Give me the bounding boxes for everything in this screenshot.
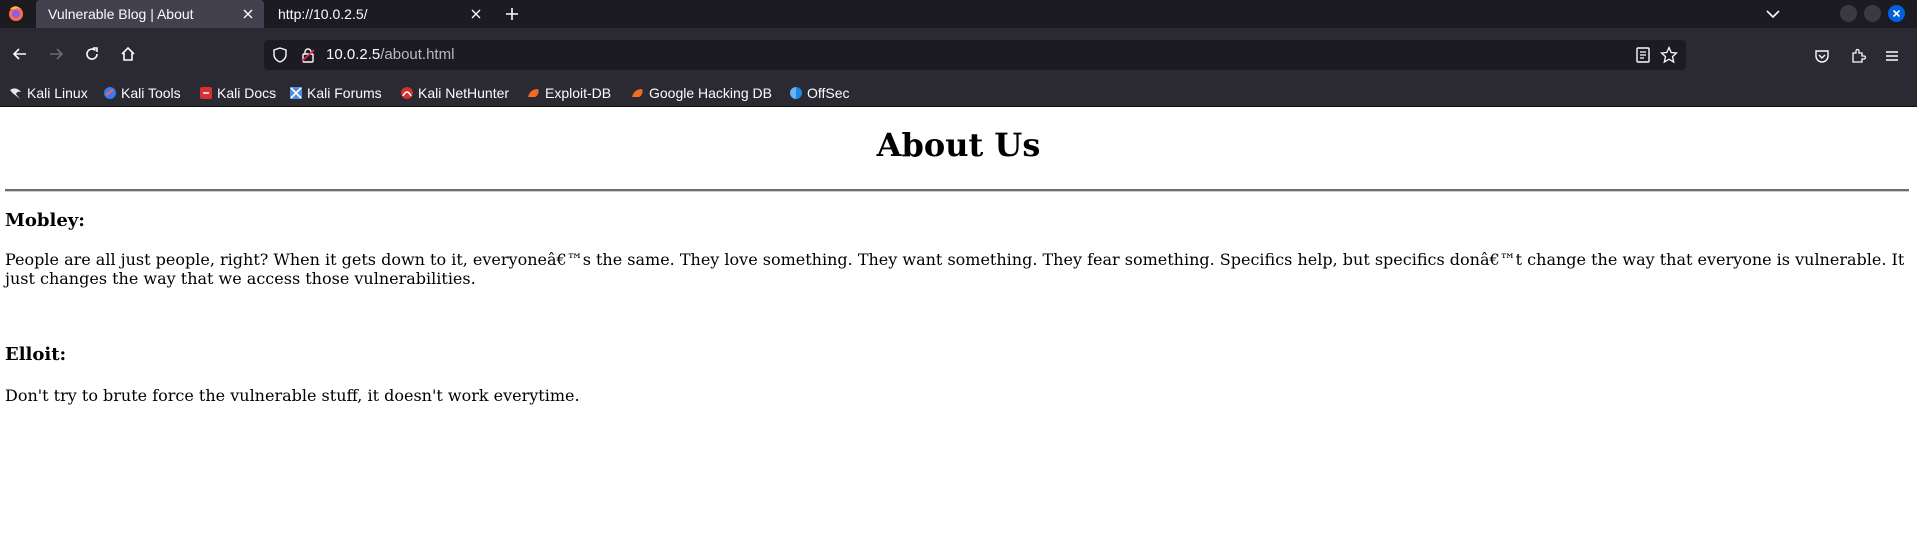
- bookmarks-toolbar: Kali Linux Kali Tools Kali Docs Kali For…: [0, 78, 1917, 107]
- section-text-elloit: Don't try to brute force the vulnerable …: [5, 386, 580, 405]
- maximize-window-button[interactable]: [1864, 5, 1881, 22]
- exploit-db-icon: [528, 89, 539, 97]
- tab-strip: Vulnerable Blog | About http://10.0.2.5/: [0, 0, 1917, 28]
- tab-title: Vulnerable Blog | About: [48, 6, 194, 22]
- page-content: About Us Mobley: People are all just peo…: [0, 107, 1917, 538]
- tracking-protection-shield-icon[interactable]: [272, 47, 288, 63]
- close-window-button[interactable]: [1888, 5, 1905, 22]
- bookmark-label: Kali NetHunter: [418, 85, 510, 101]
- close-tab-icon[interactable]: [466, 4, 486, 24]
- bookmark-star-icon[interactable]: [1660, 46, 1678, 64]
- tab-vulnerable-blog[interactable]: Vulnerable Blog | About: [36, 0, 264, 28]
- app-menu-icon[interactable]: [1882, 46, 1902, 66]
- bookmark-label: OffSec: [807, 85, 850, 101]
- bookmark-label: Kali Tools: [121, 85, 181, 101]
- bookmark-label: Kali Linux: [27, 85, 88, 101]
- minimize-window-button[interactable]: [1840, 5, 1857, 22]
- address-bar[interactable]: 10.0.2.5/about.html: [264, 40, 1686, 70]
- pocket-icon[interactable]: [1812, 46, 1832, 66]
- reader-view-icon[interactable]: [1634, 46, 1652, 64]
- page-title: About Us: [876, 126, 1041, 164]
- url-text[interactable]: 10.0.2.5/about.html: [326, 46, 454, 63]
- insecure-lock-icon[interactable]: [300, 47, 316, 63]
- bookmark-label: Google Hacking DB: [649, 85, 772, 101]
- bookmark-kali-forums[interactable]: Kali Forums: [289, 83, 382, 103]
- bookmark-label: Kali Docs: [217, 85, 277, 101]
- new-tab-icon[interactable]: [502, 4, 522, 24]
- tab-10-0-2-5[interactable]: http://10.0.2.5/: [266, 0, 492, 28]
- back-button[interactable]: [6, 40, 34, 68]
- google-hacking-db-icon: [632, 89, 643, 97]
- bookmark-kali-tools[interactable]: Kali Tools: [103, 83, 181, 103]
- bookmark-label: Exploit-DB: [545, 85, 612, 101]
- bookmark-kali-docs[interactable]: Kali Docs: [199, 83, 276, 103]
- bookmark-label: Kali Forums: [307, 85, 382, 101]
- offsec-icon: [790, 87, 802, 99]
- kali-dragon-icon: [10, 88, 21, 99]
- bookmark-kali-nethunter[interactable]: Kali NetHunter: [400, 83, 509, 103]
- reload-button[interactable]: [78, 40, 106, 68]
- section-heading-elloit: Elloit:: [5, 344, 67, 365]
- list-all-tabs-icon[interactable]: [1762, 4, 1784, 24]
- extensions-icon[interactable]: [1848, 46, 1868, 66]
- forward-button[interactable]: [42, 40, 70, 68]
- bookmark-offsec[interactable]: OffSec: [789, 83, 850, 103]
- kali-forums-icon: [290, 87, 302, 99]
- bookmark-exploit-db[interactable]: Exploit-DB: [527, 83, 611, 103]
- firefox-menu-icon[interactable]: [6, 4, 26, 24]
- close-tab-icon[interactable]: [238, 4, 258, 24]
- title-divider: [5, 189, 1909, 192]
- bookmark-google-hacking-db[interactable]: Google Hacking DB: [631, 83, 772, 103]
- home-button[interactable]: [114, 40, 142, 68]
- url-path: /about.html: [380, 46, 455, 63]
- url-host: 10.0.2.5: [326, 46, 381, 63]
- section-heading-mobley: Mobley:: [5, 210, 85, 231]
- bookmark-kali-linux[interactable]: Kali Linux: [9, 83, 88, 103]
- kali-nethunter-icon: [401, 87, 413, 99]
- tab-title: http://10.0.2.5/: [278, 6, 368, 22]
- section-text-mobley: People are all just people, right? When …: [5, 250, 1905, 288]
- kali-tools-icon: [104, 87, 116, 99]
- kali-docs-icon: [200, 87, 212, 99]
